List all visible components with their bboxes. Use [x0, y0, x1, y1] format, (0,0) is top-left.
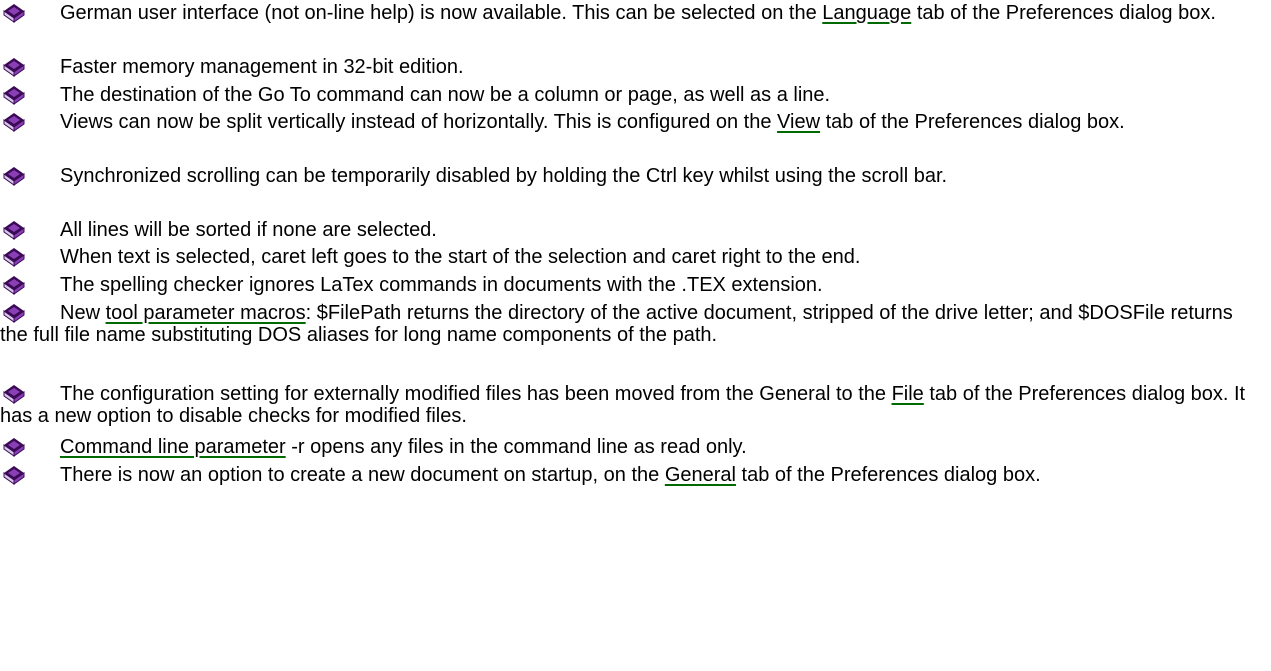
list-item: There is now an option to create a new d… [0, 464, 1266, 486]
item-text: Synchronized scrolling can be temporaril… [60, 165, 948, 187]
book-bullet-icon [2, 384, 30, 406]
item-text: German user interface (not on-line help)… [60, 2, 823, 24]
book-bullet-icon [2, 85, 30, 107]
item-text: The spelling checker ignores LaTex comma… [60, 274, 823, 296]
item-text: tab of the Preferences dialog box. [820, 111, 1125, 133]
book-bullet-icon [2, 3, 30, 25]
hyperlink[interactable]: Command line parameter [60, 436, 286, 458]
book-bullet-icon [2, 57, 30, 79]
item-text: -r opens any files in the command line a… [285, 436, 747, 458]
list-item: German user interface (not on-line help)… [0, 2, 1266, 24]
hyperlink[interactable]: View [777, 111, 820, 133]
item-text: tab of the Preferences dialog box. [911, 2, 1216, 24]
book-bullet-icon [2, 220, 30, 242]
book-bullet-icon [2, 275, 30, 297]
item-text: All lines will be sorted if none are sel… [60, 219, 437, 241]
hyperlink[interactable]: General [665, 464, 736, 486]
hyperlink[interactable]: File [892, 383, 924, 405]
list-item: Views can now be split vertically instea… [0, 111, 1266, 133]
list-item: When text is selected, caret left goes t… [0, 246, 1266, 268]
book-bullet-icon [2, 303, 30, 325]
item-text: The configuration setting for externally… [60, 383, 892, 405]
item-text: The destination of the Go To command can… [60, 84, 831, 106]
book-bullet-icon [2, 247, 30, 269]
item-text: When text is selected, caret left goes t… [60, 246, 861, 268]
book-bullet-icon [2, 465, 30, 487]
list-item: Command line parameter -r opens any file… [0, 436, 1266, 458]
list-item: Synchronized scrolling can be temporaril… [0, 165, 1266, 187]
list-item: Faster memory management in 32-bit editi… [0, 56, 1266, 78]
item-text: There is now an option to create a new d… [60, 464, 665, 486]
item-text: Views can now be split vertically instea… [60, 111, 778, 133]
list-item: All lines will be sorted if none are sel… [0, 219, 1266, 241]
item-text: New [60, 302, 106, 324]
book-bullet-icon [2, 166, 30, 188]
book-bullet-icon [2, 437, 30, 459]
hyperlink[interactable]: Language [822, 2, 911, 24]
hyperlink[interactable]: tool parameter macros [106, 302, 306, 324]
list-item: The configuration setting for externally… [0, 383, 1266, 427]
item-text: Faster memory management in 32-bit editi… [60, 56, 464, 78]
book-bullet-icon [2, 112, 30, 134]
list-item: The spelling checker ignores LaTex comma… [0, 274, 1266, 296]
list-item: The destination of the Go To command can… [0, 84, 1266, 106]
list-item: New tool parameter macros: $FilePath ret… [0, 302, 1266, 346]
item-text: tab of the Preferences dialog box. [735, 464, 1041, 486]
